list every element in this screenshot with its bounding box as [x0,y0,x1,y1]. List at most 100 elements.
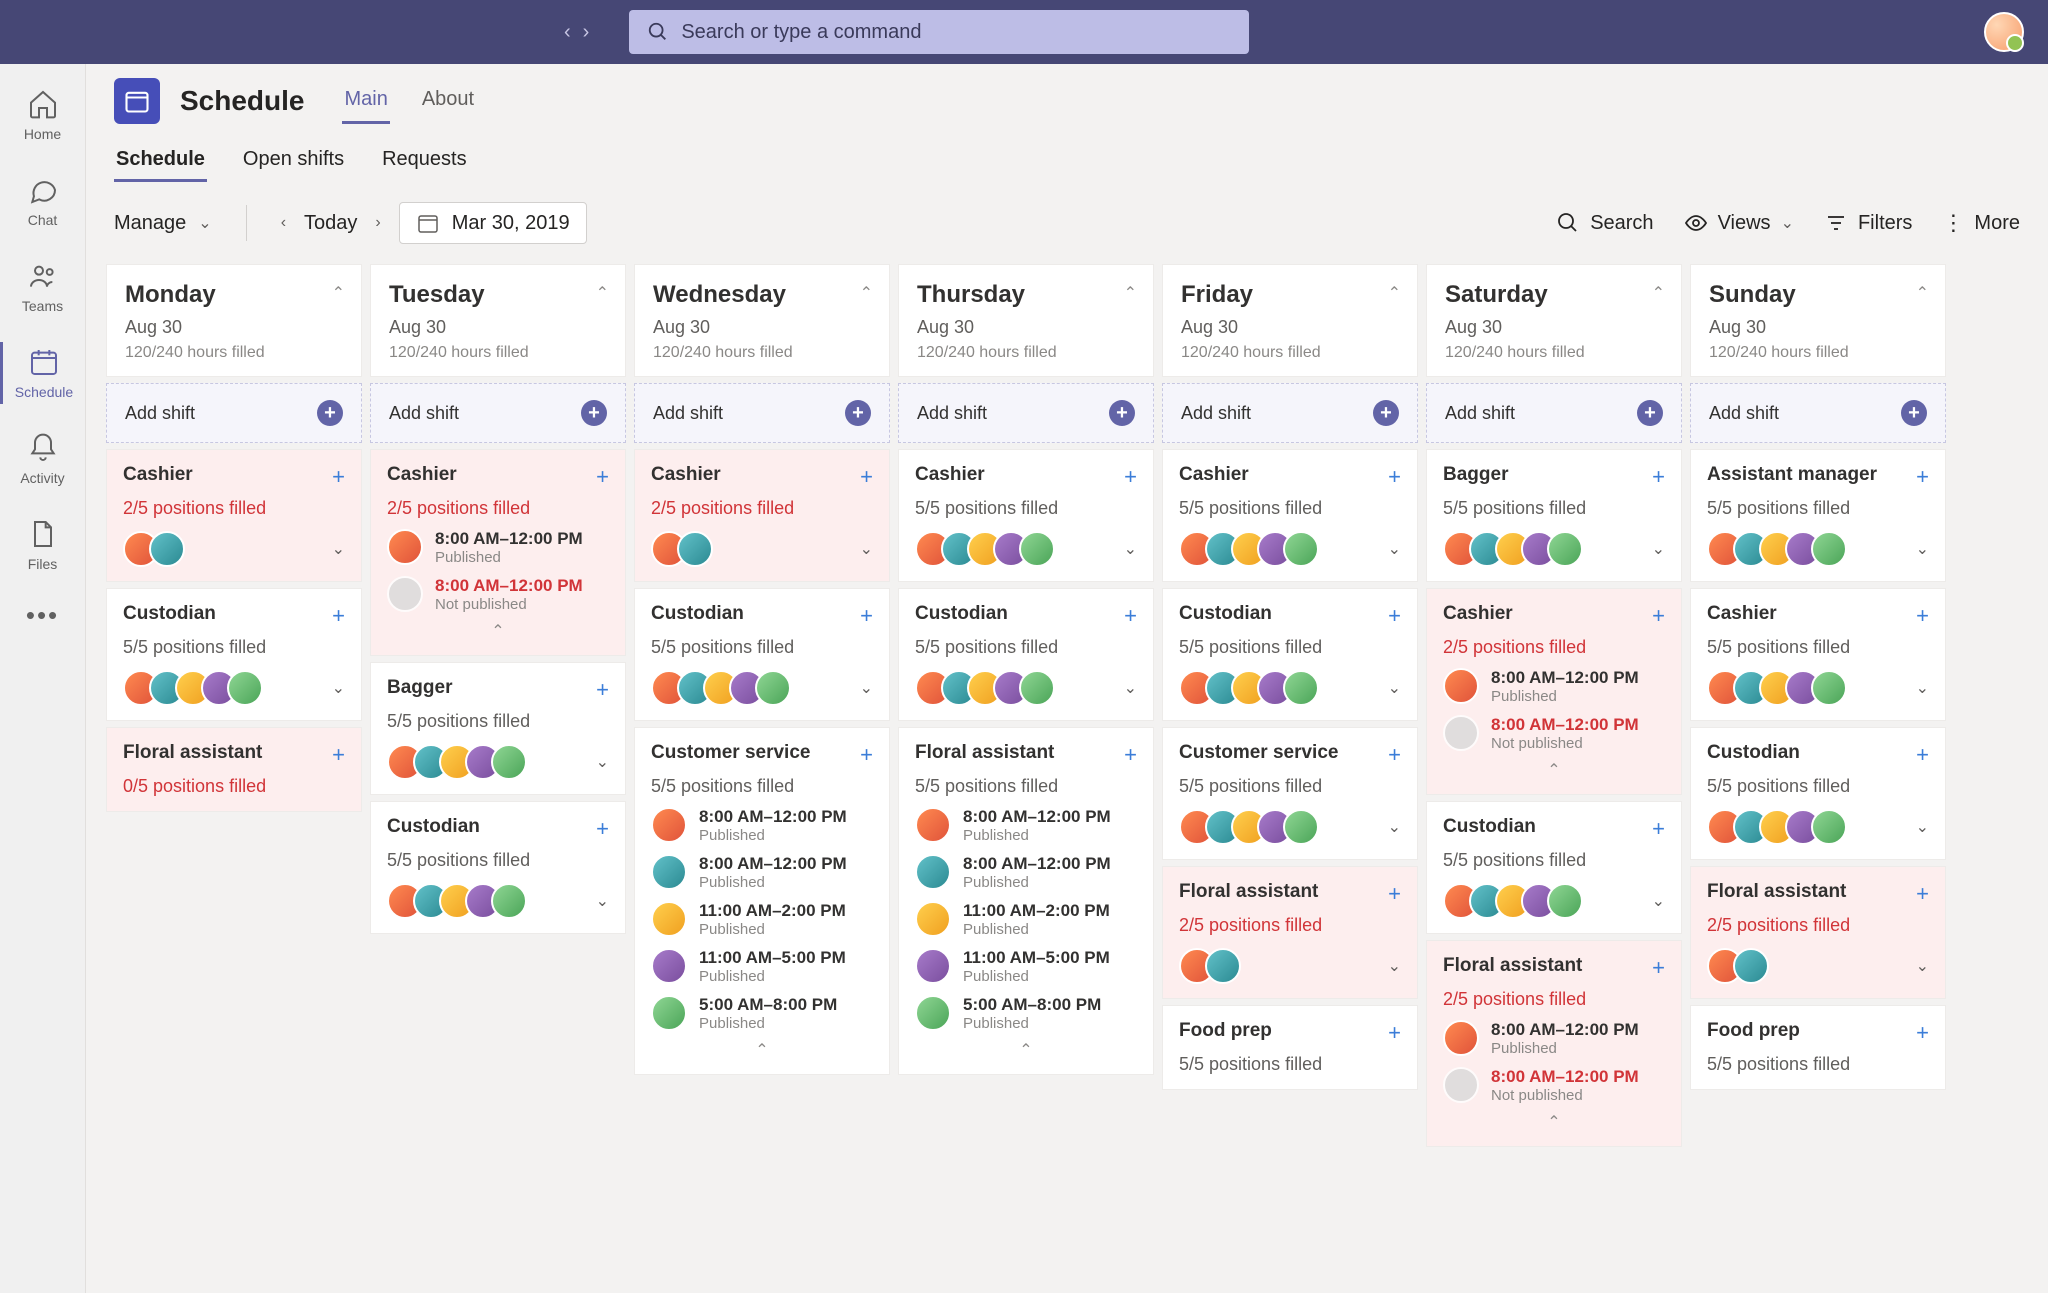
card-add-icon[interactable]: + [1124,742,1137,768]
collapse-day-icon[interactable]: ⌃ [596,283,609,303]
expand-card-icon[interactable]: ⌄ [1388,956,1401,976]
expand-card-icon[interactable]: ⌄ [1388,678,1401,698]
shift-entry[interactable]: 11:00 AM–5:00 PM Published [915,948,1137,985]
toolbar-views[interactable]: Views ⌄ [1684,211,1794,235]
toolbar-filters[interactable]: Filters [1824,211,1912,235]
card-add-icon[interactable]: + [1388,881,1401,907]
card-add-icon[interactable]: + [1388,464,1401,490]
shift-entry[interactable]: 8:00 AM–12:00 PM Not published [1443,1067,1665,1104]
expand-card-icon[interactable]: ⌄ [1652,539,1665,559]
card-add-icon[interactable]: + [1916,603,1929,629]
card-add-icon[interactable]: + [860,742,873,768]
shift-entry[interactable]: 11:00 AM–5:00 PM Published [651,948,873,985]
card-add-icon[interactable]: + [860,603,873,629]
today-button[interactable]: Today [304,212,357,235]
collapse-day-icon[interactable]: ⌃ [1124,283,1137,303]
add-shift-button[interactable]: Add shift + [1690,383,1946,443]
card-collapse-icon[interactable]: ⌃ [915,1040,1137,1060]
card-add-icon[interactable]: + [1652,955,1665,981]
nav-forward-icon[interactable]: › [583,21,590,44]
date-picker[interactable]: Mar 30, 2019 [399,202,587,244]
shift-entry[interactable]: 8:00 AM–12:00 PM Published [1443,1020,1665,1057]
add-shift-button[interactable]: Add shift + [898,383,1154,443]
date-next-icon[interactable]: › [375,214,380,232]
card-collapse-icon[interactable]: ⌃ [387,621,609,641]
add-shift-button[interactable]: Add shift + [634,383,890,443]
expand-card-icon[interactable]: ⌄ [860,539,873,559]
card-add-icon[interactable]: + [596,677,609,703]
manage-dropdown[interactable]: Manage ⌄ [114,212,212,235]
card-add-icon[interactable]: + [1652,603,1665,629]
date-prev-icon[interactable]: ‹ [281,214,286,232]
add-shift-button[interactable]: Add shift + [1426,383,1682,443]
collapse-day-icon[interactable]: ⌃ [1652,283,1665,303]
card-collapse-icon[interactable]: ⌃ [1443,1112,1665,1132]
expand-card-icon[interactable]: ⌄ [1388,817,1401,837]
shift-entry[interactable]: 8:00 AM–12:00 PM Published [915,854,1137,891]
expand-card-icon[interactable]: ⌄ [1916,539,1929,559]
shift-entry[interactable]: 8:00 AM–12:00 PM Not published [387,576,609,613]
card-add-icon[interactable]: + [1124,464,1137,490]
add-shift-button[interactable]: Add shift + [106,383,362,443]
expand-card-icon[interactable]: ⌄ [1124,539,1137,559]
collapse-day-icon[interactable]: ⌃ [332,283,345,303]
expand-card-icon[interactable]: ⌄ [332,678,345,698]
rail-more[interactable]: ••• [26,600,59,631]
collapse-day-icon[interactable]: ⌃ [1388,283,1401,303]
rail-chat[interactable]: Chat [0,170,85,232]
nav-back-icon[interactable]: ‹ [564,21,571,44]
card-add-icon[interactable]: + [596,464,609,490]
collapse-day-icon[interactable]: ⌃ [1916,283,1929,303]
card-add-icon[interactable]: + [860,464,873,490]
card-collapse-icon[interactable]: ⌃ [651,1040,873,1060]
card-add-icon[interactable]: + [332,603,345,629]
expand-card-icon[interactable]: ⌄ [1388,539,1401,559]
shift-entry[interactable]: 8:00 AM–12:00 PM Published [387,529,609,566]
shift-entry[interactable]: 8:00 AM–12:00 PM Published [1443,668,1665,705]
shift-entry[interactable]: 8:00 AM–12:00 PM Published [651,807,873,844]
add-shift-button[interactable]: Add shift + [370,383,626,443]
shift-entry[interactable]: 5:00 AM–8:00 PM Published [651,995,873,1032]
rail-home[interactable]: Home [0,84,85,146]
card-collapse-icon[interactable]: ⌃ [1443,760,1665,780]
card-add-icon[interactable]: + [1916,1020,1929,1046]
app-tab-main[interactable]: Main [342,78,389,124]
rail-activity[interactable]: Activity [0,428,85,490]
expand-card-icon[interactable]: ⌄ [596,752,609,772]
shift-entry[interactable]: 11:00 AM–2:00 PM Published [915,901,1137,938]
card-add-icon[interactable]: + [332,742,345,768]
rail-teams[interactable]: Teams [0,256,85,318]
shift-entry[interactable]: 8:00 AM–12:00 PM Not published [1443,715,1665,752]
collapse-day-icon[interactable]: ⌃ [860,283,873,303]
card-add-icon[interactable]: + [1388,742,1401,768]
card-add-icon[interactable]: + [1652,464,1665,490]
card-add-icon[interactable]: + [1388,1020,1401,1046]
expand-card-icon[interactable]: ⌄ [1652,891,1665,911]
rail-schedule[interactable]: Schedule [0,342,85,404]
expand-card-icon[interactable]: ⌄ [860,678,873,698]
rail-files[interactable]: Files [0,514,85,576]
add-shift-button[interactable]: Add shift + [1162,383,1418,443]
expand-card-icon[interactable]: ⌄ [1916,678,1929,698]
app-tab-about[interactable]: About [420,78,476,124]
expand-card-icon[interactable]: ⌄ [332,539,345,559]
expand-card-icon[interactable]: ⌄ [596,891,609,911]
card-add-icon[interactable]: + [1916,742,1929,768]
card-add-icon[interactable]: + [1388,603,1401,629]
shift-entry[interactable]: 8:00 AM–12:00 PM Published [651,854,873,891]
shift-entry[interactable]: 11:00 AM–2:00 PM Published [651,901,873,938]
card-add-icon[interactable]: + [1652,816,1665,842]
global-search[interactable]: Search or type a command [629,10,1249,54]
card-add-icon[interactable]: + [1124,603,1137,629]
toolbar-search[interactable]: Search [1556,211,1653,235]
card-add-icon[interactable]: + [1916,881,1929,907]
shift-entry[interactable]: 8:00 AM–12:00 PM Published [915,807,1137,844]
card-add-icon[interactable]: + [1916,464,1929,490]
subtab-open-shifts[interactable]: Open shifts [241,140,346,182]
toolbar-more[interactable]: ⋮ More [1942,210,2020,236]
expand-card-icon[interactable]: ⌄ [1124,678,1137,698]
card-add-icon[interactable]: + [332,464,345,490]
subtab-requests[interactable]: Requests [380,140,469,182]
card-add-icon[interactable]: + [596,816,609,842]
shift-entry[interactable]: 5:00 AM–8:00 PM Published [915,995,1137,1032]
